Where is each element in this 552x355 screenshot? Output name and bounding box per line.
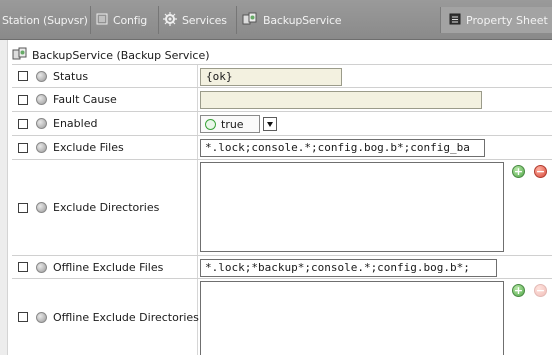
property-sheet-label: Property Sheet <box>466 13 548 27</box>
slot-indicator-icon <box>36 261 47 273</box>
slot-indicator-icon <box>36 202 47 213</box>
property-row-exclude-files: Exclude Files *.lock;console.*;config.bo… <box>12 135 552 159</box>
property-row-enabled: Enabled true <box>12 111 552 135</box>
exclude-files-label: Exclude Files <box>53 141 124 154</box>
row-checkbox[interactable] <box>18 118 28 129</box>
remove-icon[interactable]: − <box>534 165 547 178</box>
property-sheet-icon <box>449 13 461 28</box>
row-checkbox[interactable] <box>18 71 28 81</box>
nav-backup-service-label: BackupService <box>263 13 342 27</box>
fault-cause-value <box>200 91 482 109</box>
property-row-offline-exclude-directories: Offline Exclude Directories + − <box>12 278 552 355</box>
property-label: Exclude Directories <box>12 160 198 255</box>
row-checkbox[interactable] <box>18 312 28 322</box>
add-icon[interactable]: + <box>512 284 525 297</box>
toolbar-separator <box>236 6 237 34</box>
slot-indicator-icon <box>36 94 47 105</box>
property-label: Exclude Files <box>12 136 198 159</box>
nav-config-label: Config <box>113 13 148 27</box>
enabled-value: true <box>221 117 244 131</box>
side-strip <box>0 40 8 355</box>
add-icon[interactable]: + <box>512 165 525 178</box>
property-row-fault-cause: Fault Cause <box>12 87 552 111</box>
toolbar-separator <box>158 6 159 34</box>
property-label: Offline Exclude Directories <box>12 279 199 355</box>
exclude-directories-list[interactable] <box>200 162 504 252</box>
enabled-value-box[interactable]: true <box>200 115 260 133</box>
slot-indicator-icon <box>36 118 47 129</box>
fault-cause-label: Fault Cause <box>53 93 117 106</box>
true-status-icon <box>205 118 216 130</box>
nav-services[interactable]: Services <box>163 0 227 40</box>
enabled-label: Enabled <box>53 117 98 130</box>
sheet-header[interactable]: BackupService (Backup Service) <box>12 47 210 63</box>
row-checkbox[interactable] <box>18 142 28 153</box>
backup-service-icon <box>12 47 28 64</box>
nav-toolbar: Station (Supvsr) Config Services BackupS… <box>0 0 552 40</box>
nav-backup-service[interactable]: BackupService <box>242 0 342 40</box>
nav-config[interactable]: Config <box>96 0 147 40</box>
property-label: Fault Cause <box>12 88 198 111</box>
row-checkbox[interactable] <box>18 262 28 272</box>
toolbar-separator <box>90 6 91 34</box>
chevron-down-icon[interactable] <box>263 117 277 131</box>
remove-icon[interactable]: − <box>534 284 547 297</box>
row-checkbox[interactable] <box>18 202 28 213</box>
backup-service-icon <box>242 12 258 29</box>
offline-exclude-files-label: Offline Exclude Files <box>53 260 164 274</box>
enabled-select[interactable]: true <box>200 115 277 133</box>
property-row-status: Status {ok} <box>12 64 552 87</box>
slot-indicator-icon <box>36 142 47 153</box>
property-row-offline-exclude-files: Offline Exclude Files *.lock;*backup*;co… <box>12 255 552 278</box>
exclude-directories-label: Exclude Directories <box>53 201 160 214</box>
offline-exclude-directories-list[interactable] <box>200 281 504 355</box>
config-folder-icon <box>96 13 108 28</box>
offline-exclude-directories-label: Offline Exclude Directories <box>53 310 199 324</box>
property-sheet: BackupService (Backup Service) Status {o… <box>0 40 552 355</box>
services-gear-icon <box>163 11 177 29</box>
row-checkbox[interactable] <box>18 94 28 105</box>
slot-indicator-icon <box>36 70 47 82</box>
property-label: Offline Exclude Files <box>12 256 198 278</box>
property-sheet-dropdown[interactable]: Property Sheet ▼ <box>440 7 552 33</box>
sheet-title: BackupService (Backup Service) <box>32 48 210 62</box>
status-value: {ok} <box>200 68 342 86</box>
exclude-files-input[interactable]: *.lock;console.*;config.bog.b*;config_ba <box>200 139 485 157</box>
property-row-exclude-directories: Exclude Directories + − <box>12 159 552 255</box>
slot-indicator-icon <box>36 311 47 323</box>
property-label: Status <box>12 65 198 87</box>
nav-station-label: Station (Supvsr) <box>2 13 88 27</box>
property-label: Enabled <box>12 112 198 135</box>
status-label: Status <box>53 69 89 83</box>
nav-services-label: Services <box>182 13 227 27</box>
nav-station[interactable]: Station (Supvsr) <box>2 0 88 40</box>
offline-exclude-files-input[interactable]: *.lock;*backup*;console.*;config.bog.b*; <box>200 259 497 277</box>
